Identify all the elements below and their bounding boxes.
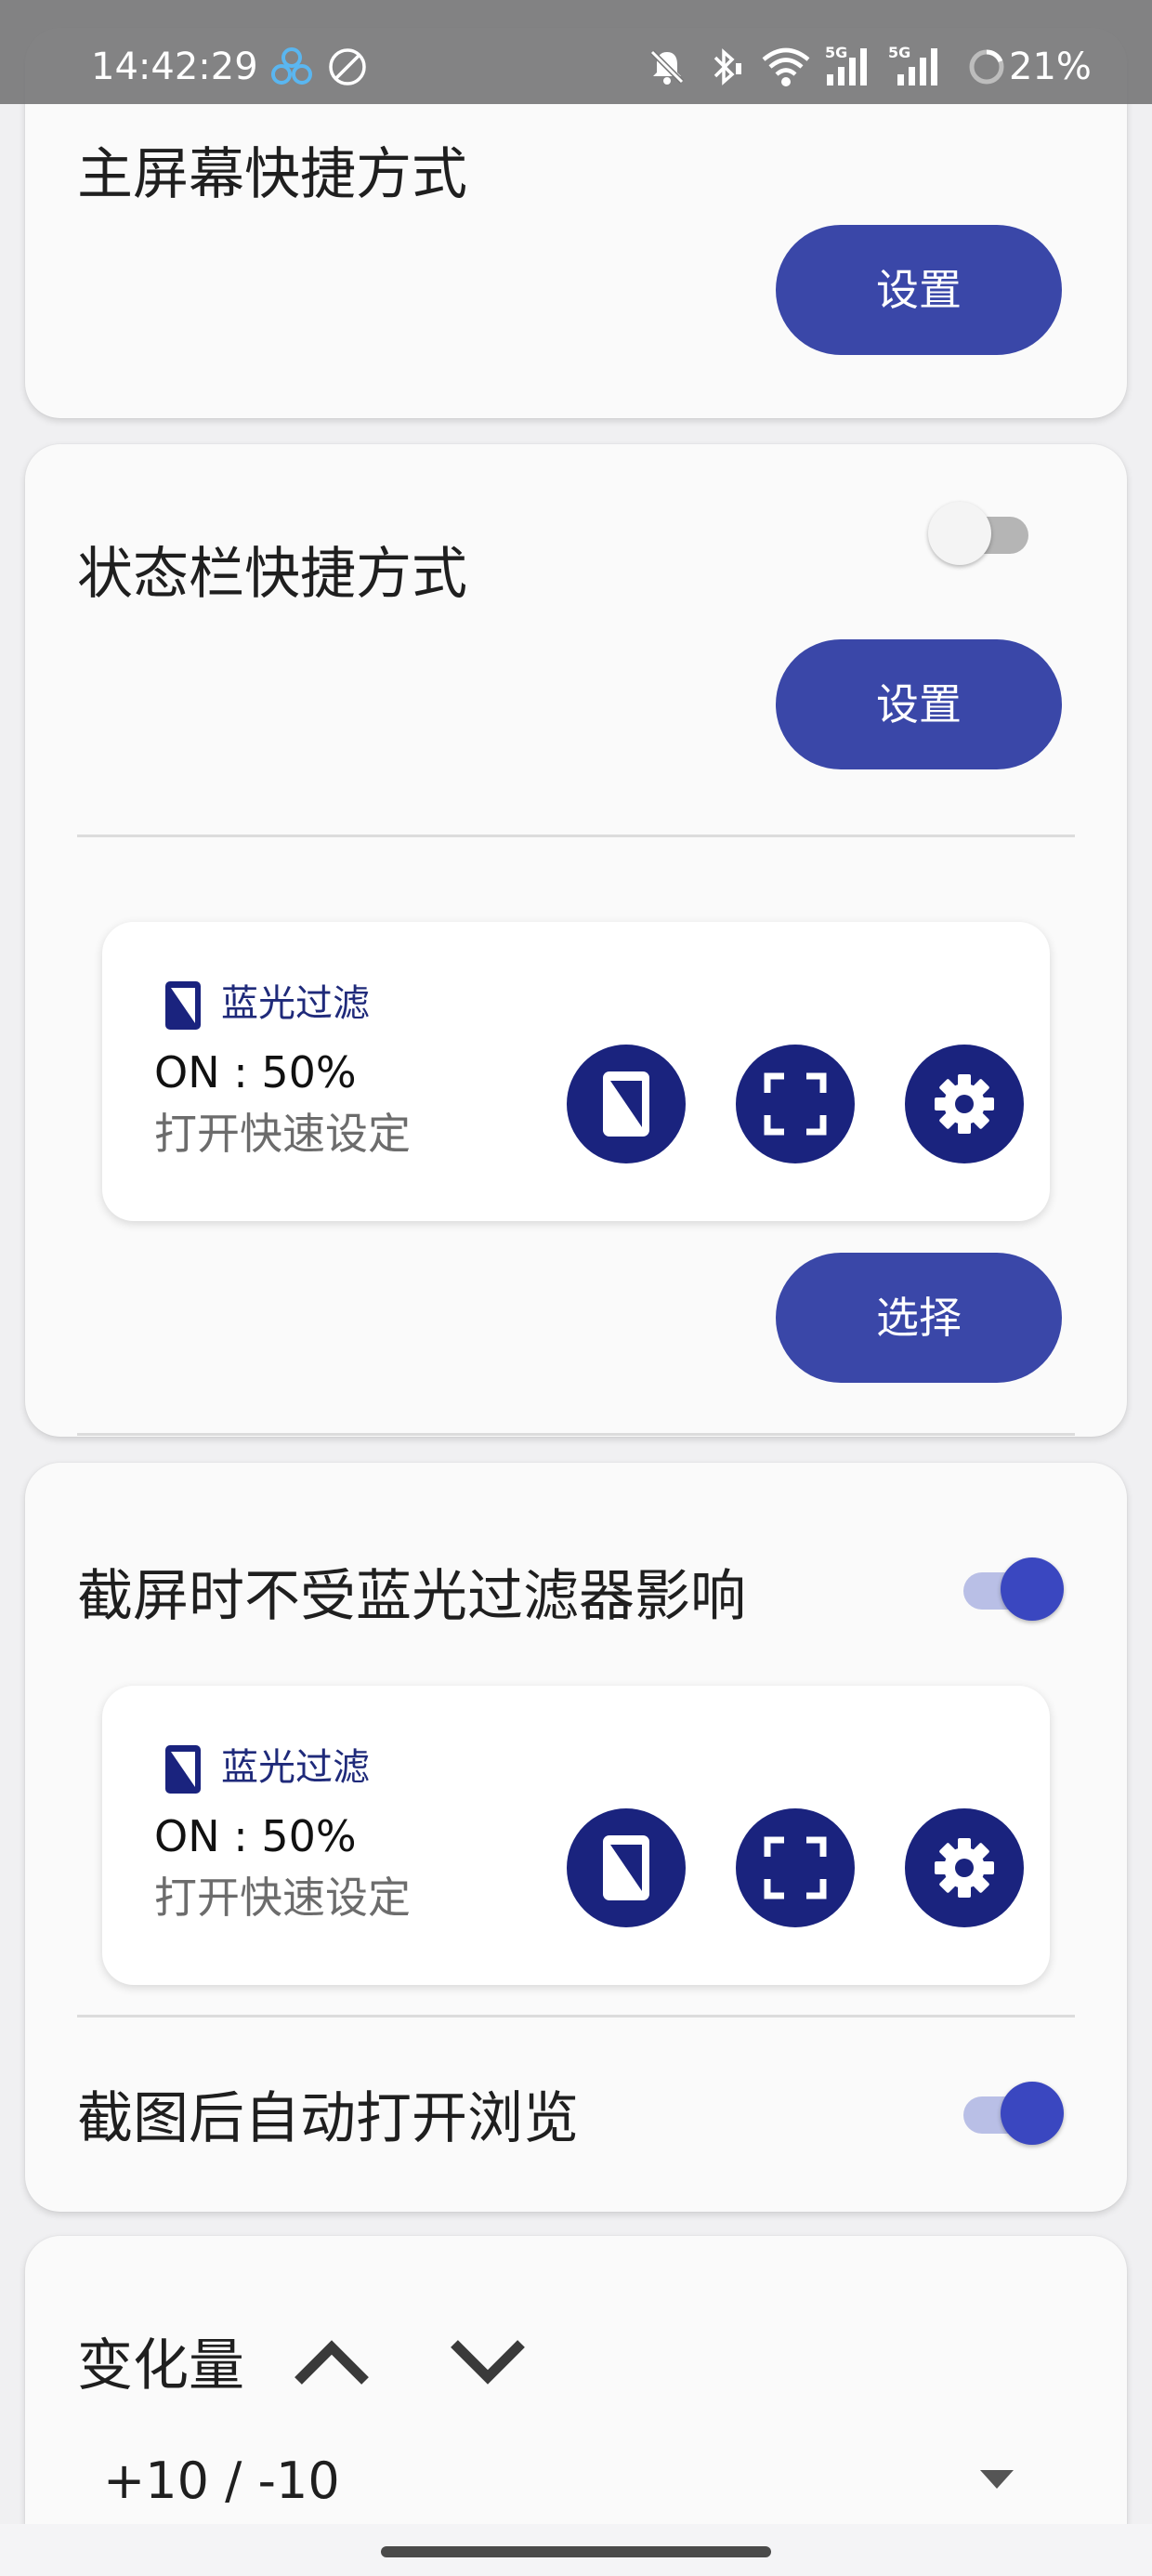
phone-filter-icon	[165, 981, 201, 1030]
preview-screenshot-button[interactable]	[736, 1808, 855, 1927]
statusbar-shortcut-card: 状态栏快捷方式 设置 蓝光过滤 ON : 50% 打开快速设定 选择	[25, 444, 1127, 1437]
preview-subtitle: 打开快速设定	[154, 1109, 411, 1159]
preview-screenshot-button[interactable]	[736, 1045, 855, 1163]
change-amount-title: 变化量	[77, 2333, 244, 2399]
switch-thumb	[1001, 2082, 1064, 2145]
divider	[77, 2015, 1075, 2017]
phone-filter-icon	[165, 1745, 201, 1794]
navigation-bar	[0, 2524, 1152, 2576]
home-gesture-handle[interactable]	[381, 2546, 771, 2557]
mute-icon	[649, 49, 685, 85]
gear-icon	[935, 1074, 994, 1134]
cloud-sync-icon	[271, 47, 312, 85]
chevron-down-icon[interactable]	[447, 2334, 529, 2390]
screenshot-setting-toggle[interactable]	[956, 1557, 1064, 1621]
signal-5g-icon-2: 5G	[888, 44, 937, 85]
auto-open-title: 截图后自动打开浏览	[77, 2086, 579, 2151]
status-time: 14:42:29	[91, 46, 258, 88]
preview-subtitle: 打开快速设定	[154, 1873, 411, 1923]
preview-app-name: 蓝光过滤	[221, 982, 370, 1025]
preview-state: ON : 50%	[154, 1047, 357, 1097]
chevron-up-icon[interactable]	[291, 2334, 373, 2390]
signal-5g-icon: 5G	[825, 44, 867, 85]
statusbar-shortcut-toggle[interactable]	[928, 502, 1036, 565]
wifi-icon	[762, 47, 810, 86]
home-shortcut-title: 主屏幕快捷方式	[77, 142, 467, 207]
bluetooth-icon	[713, 48, 741, 85]
phone-filter-icon	[603, 1835, 649, 1900]
notification-preview: 蓝光过滤 ON : 50% 打开快速设定	[102, 922, 1050, 1221]
screenshot-setting-title: 截屏时不受蓝光过滤器影响	[77, 1564, 746, 1629]
svg-text:5G: 5G	[888, 44, 910, 61]
statusbar-shortcut-title: 状态栏快捷方式	[77, 542, 467, 607]
dropdown-arrow-icon	[980, 2470, 1014, 2489]
auto-open-toggle[interactable]	[956, 2082, 1064, 2145]
divider	[77, 835, 1075, 837]
preview-app-name: 蓝光过滤	[221, 1746, 370, 1789]
statusbar-shortcut-select-button[interactable]: 选择	[776, 1253, 1062, 1383]
preview-state: ON : 50%	[154, 1811, 357, 1861]
battery-percent: 21%	[1009, 46, 1092, 88]
screenshot-frame-icon	[764, 1836, 827, 1899]
preview-filter-button[interactable]	[567, 1808, 686, 1927]
switch-thumb	[928, 502, 991, 565]
screenshot-options-card: 截屏时不受蓝光过滤器影响 蓝光过滤 ON : 50% 打开快速设定 截图后自动打…	[25, 1463, 1127, 2212]
no-drawing-icon	[329, 48, 366, 85]
status-bar: 14:42:29 5G 5G 21%	[0, 0, 1152, 104]
statusbar-shortcut-settings-button[interactable]: 设置	[776, 639, 1062, 769]
home-shortcut-settings-button[interactable]: 设置	[776, 225, 1062, 355]
switch-thumb	[1001, 1557, 1064, 1621]
phone-filter-icon	[603, 1071, 649, 1137]
battery-ring-icon	[969, 49, 1004, 85]
change-amount-value: +10 / -10	[103, 2451, 340, 2510]
divider	[77, 1433, 1075, 1436]
screenshot-frame-icon	[764, 1072, 827, 1136]
change-amount-dropdown[interactable]: +10 / -10	[77, 2440, 1075, 2524]
preview-filter-button[interactable]	[567, 1045, 686, 1163]
svg-text:5G: 5G	[825, 44, 847, 61]
preview-settings-button[interactable]	[905, 1808, 1024, 1927]
notification-preview: 蓝光过滤 ON : 50% 打开快速设定	[102, 1686, 1050, 1985]
gear-icon	[935, 1838, 994, 1898]
preview-settings-button[interactable]	[905, 1045, 1024, 1163]
